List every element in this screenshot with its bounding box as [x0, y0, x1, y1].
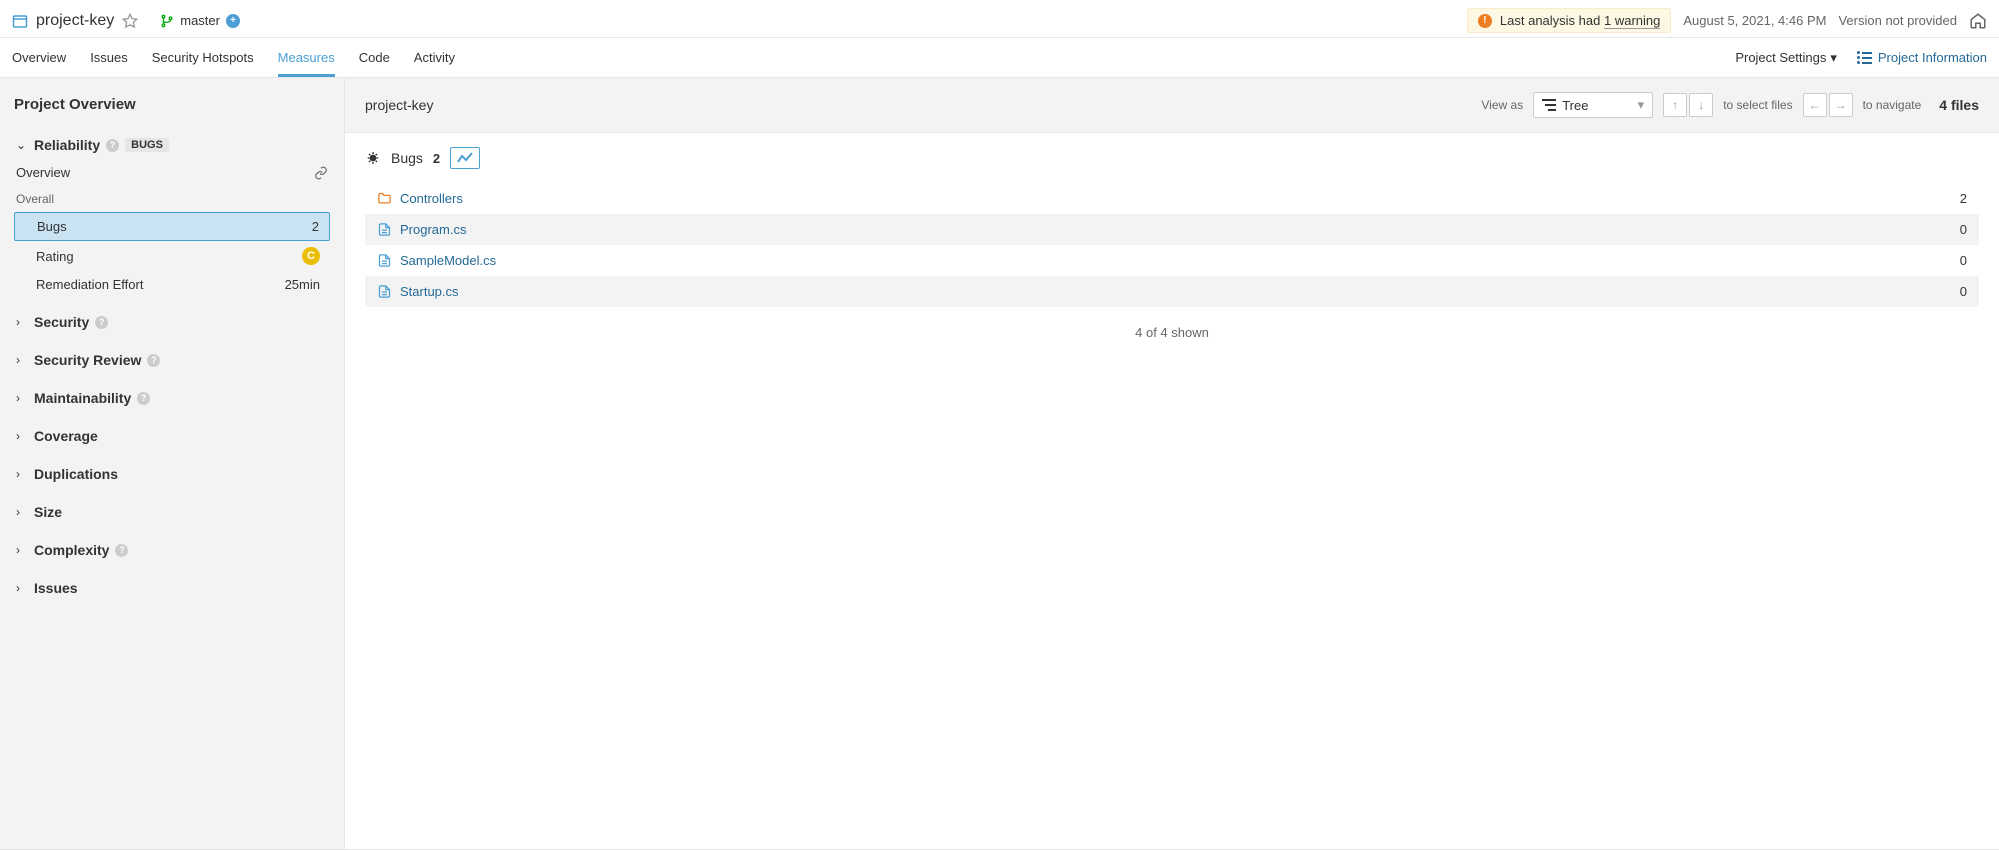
project-settings-dropdown[interactable]: Project Settings ▾: [1735, 50, 1837, 66]
key-up: ↑: [1663, 93, 1687, 117]
project-icon: [12, 13, 28, 29]
bugs-header-label: Bugs: [391, 150, 423, 166]
bug-icon: [365, 150, 381, 166]
file-list: Controllers2Program.cs0SampleModel.cs0St…: [345, 183, 1999, 317]
chevron-right-icon: ›: [16, 429, 28, 443]
analysis-warning: ! Last analysis had 1 warning: [1467, 8, 1671, 33]
version-label: Version not provided: [1838, 13, 1957, 28]
measure-remediation[interactable]: Remediation Effort 25min: [14, 271, 330, 298]
chevron-down-icon: ⌄: [16, 138, 28, 152]
domain-issues[interactable]: ›Issues: [14, 574, 330, 602]
domain-security-review[interactable]: ›Security Review?: [14, 346, 330, 374]
file-bugs-count: 0: [1960, 284, 1967, 299]
bugs-tag: BUGS: [125, 138, 169, 152]
tab-code[interactable]: Code: [359, 38, 390, 77]
help-icon[interactable]: ?: [106, 139, 119, 152]
domain-size[interactable]: ›Size: [14, 498, 330, 526]
file-row[interactable]: Startup.cs 0: [365, 276, 1979, 307]
domain-complexity[interactable]: ›Complexity?: [14, 536, 330, 564]
rating-badge: C: [302, 247, 320, 265]
measure-bugs[interactable]: Bugs 2: [14, 212, 330, 241]
tab-measures[interactable]: Measures: [278, 38, 335, 77]
view-as-label: View as: [1481, 98, 1523, 112]
navigate-hint: to navigate: [1863, 98, 1922, 112]
chevron-right-icon: ›: [16, 467, 28, 481]
file-bugs-count: 2: [1960, 191, 1967, 206]
branch-icon: [160, 14, 174, 28]
domain-security[interactable]: ›Security?: [14, 308, 330, 336]
chevron-right-icon: ›: [16, 505, 28, 519]
chevron-right-icon: ›: [16, 391, 28, 405]
sidebar-title: Project Overview: [14, 96, 330, 113]
branch-selector[interactable]: master +: [160, 13, 240, 28]
tree-icon: [1542, 99, 1556, 111]
project-name[interactable]: project-key: [36, 12, 114, 30]
file-name: Startup.cs: [400, 284, 459, 299]
add-branch-icon[interactable]: +: [226, 14, 240, 28]
list-icon: [1857, 51, 1872, 64]
tab-activity[interactable]: Activity: [414, 38, 455, 77]
help-icon[interactable]: ?: [115, 544, 128, 557]
chevron-right-icon: ›: [16, 543, 28, 557]
chevron-right-icon: ›: [16, 581, 28, 595]
warning-link[interactable]: 1 warning: [1604, 13, 1660, 29]
key-left: ←: [1803, 93, 1827, 117]
chevron-right-icon: ›: [16, 353, 28, 367]
select-hint: to select files: [1723, 98, 1792, 112]
file-name: SampleModel.cs: [400, 253, 496, 268]
chevron-down-icon: ▾: [1830, 50, 1837, 66]
domain-reliability[interactable]: ⌄ Reliability ? BUGS: [14, 131, 330, 159]
warning-text: Last analysis had: [1500, 13, 1604, 28]
key-down: ↓: [1689, 93, 1713, 117]
folder-icon: [377, 191, 392, 206]
history-chart-button[interactable]: [450, 147, 480, 169]
file-bugs-count: 0: [1960, 222, 1967, 237]
bugs-header-count: 2: [433, 151, 440, 166]
file-icon: [377, 222, 392, 237]
chevron-down-icon: ▾: [1638, 97, 1645, 113]
file-row[interactable]: Program.cs 0: [365, 214, 1979, 245]
file-row[interactable]: SampleModel.cs 0: [365, 245, 1979, 276]
key-right: →: [1829, 93, 1853, 117]
home-icon[interactable]: [1969, 12, 1987, 30]
help-icon[interactable]: ?: [95, 316, 108, 329]
shown-summary: 4 of 4 shown: [345, 317, 1999, 348]
analysis-date: August 5, 2021, 4:46 PM: [1683, 13, 1826, 28]
domain-duplications[interactable]: ›Duplications: [14, 460, 330, 488]
help-icon[interactable]: ?: [137, 392, 150, 405]
file-icon: [377, 253, 392, 268]
favorite-star-icon[interactable]: [122, 13, 138, 29]
overall-label: Overall: [14, 186, 330, 212]
file-icon: [377, 284, 392, 299]
file-bugs-count: 0: [1960, 253, 1967, 268]
domain-coverage[interactable]: ›Coverage: [14, 422, 330, 450]
warning-icon: !: [1478, 14, 1492, 28]
link-icon: [314, 166, 328, 180]
project-information-link[interactable]: Project Information: [1857, 50, 1987, 65]
chevron-right-icon: ›: [16, 315, 28, 329]
subnav-tabs: Overview Issues Security Hotspots Measur…: [12, 38, 455, 77]
measures-sidebar: Project Overview ⌄ Reliability ? BUGS Ov…: [0, 78, 345, 849]
tab-overview[interactable]: Overview: [12, 38, 66, 77]
measure-rating[interactable]: Rating C: [14, 241, 330, 271]
file-name: Controllers: [400, 191, 463, 206]
files-count: 4 files: [1939, 97, 1979, 113]
breadcrumb[interactable]: project-key: [365, 97, 433, 113]
domain-maintainability[interactable]: ›Maintainability?: [14, 384, 330, 412]
branch-name: master: [180, 13, 220, 28]
tab-issues[interactable]: Issues: [90, 38, 128, 77]
file-name: Program.cs: [400, 222, 466, 237]
help-icon[interactable]: ?: [147, 354, 160, 367]
folder-row[interactable]: Controllers 2: [365, 183, 1979, 214]
view-mode-select[interactable]: Tree ▾: [1533, 92, 1653, 118]
reliability-overview[interactable]: Overview: [14, 159, 330, 186]
tab-security-hotspots[interactable]: Security Hotspots: [152, 38, 254, 77]
